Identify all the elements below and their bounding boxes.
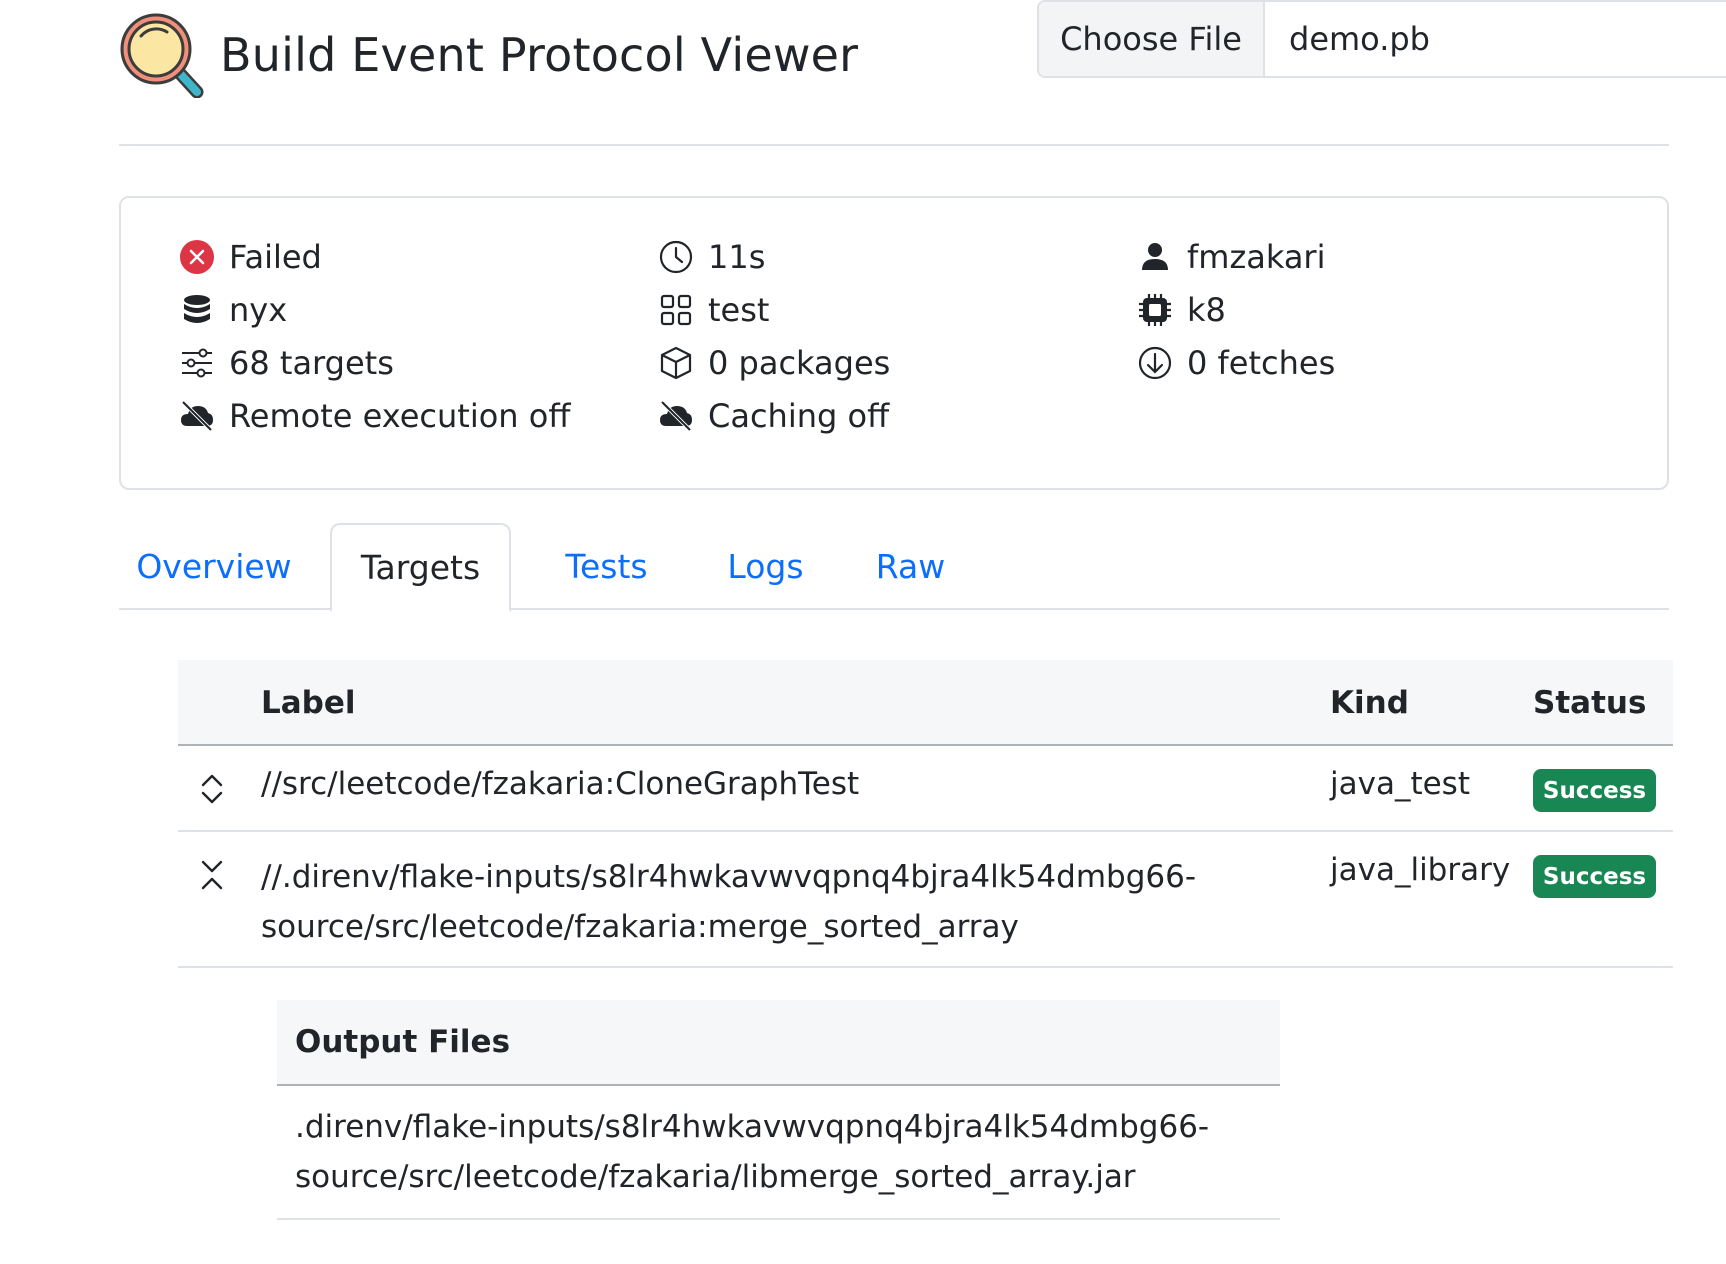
summary-caching: Caching off [658, 396, 889, 436]
tab-overview[interactable]: Overview [119, 523, 309, 610]
summary-cpu: k8 [1137, 290, 1226, 330]
file-input[interactable]: Choose File demo.pb [1037, 0, 1726, 78]
target-kind: java_test [1330, 766, 1470, 802]
output-file-path-line: .direnv/flake-inputs/s8lr4hwkavwvqpnq4bj… [295, 1109, 1210, 1145]
column-header-status: Status [1533, 685, 1647, 721]
target-label: //.direnv/flake-inputs/s8lr4hwkavwvqpnq4… [261, 852, 1196, 952]
fetches-text: 0 fetches [1187, 344, 1336, 382]
status-badge: Success [1533, 769, 1656, 812]
summary-targets: 68 targets [179, 343, 394, 383]
error-circle-icon [179, 239, 215, 275]
output-files-header: Output Files [277, 1000, 1280, 1086]
host-text: nyx [229, 291, 288, 329]
remote-execution-text: Remote execution off [229, 397, 571, 435]
sliders-icon [179, 345, 215, 381]
build-summary-card: Failed nyx 68 targets Remote execution o… [119, 196, 1669, 490]
output-file-row: .direnv/flake-inputs/s8lr4hwkavwvqpnq4bj… [277, 1086, 1280, 1220]
selected-file-name: demo.pb [1289, 20, 1430, 58]
clock-icon [658, 239, 694, 275]
cloud-slash-icon [179, 398, 215, 434]
table-row: //src/leetcode/fzakaria:CloneGraphTest j… [178, 746, 1673, 832]
summary-remote-execution: Remote execution off [179, 396, 570, 436]
status-badge: Success [1533, 855, 1656, 898]
person-icon [1137, 239, 1173, 275]
summary-fetches: 0 fetches [1137, 343, 1335, 383]
column-header-label: Label [261, 685, 356, 721]
output-file-path-line: source/src/leetcode/fzakaria/libmerge_so… [295, 1159, 1136, 1195]
target-label-line: //.direnv/flake-inputs/s8lr4hwkavwvqpnq4… [261, 859, 1197, 895]
caching-text: Caching off [708, 397, 890, 435]
collapse-chevrons-icon[interactable] [194, 857, 230, 893]
summary-duration: 11s [658, 237, 765, 277]
summary-host: nyx [179, 290, 287, 330]
targets-table: Label Kind Status //src/leetcode/fzakari… [178, 660, 1673, 968]
target-label-line: source/src/leetcode/fzakaria:merge_sorte… [261, 909, 1019, 945]
target-label: //src/leetcode/fzakaria:CloneGraphTest [261, 766, 860, 802]
expand-chevrons-icon[interactable] [194, 771, 230, 807]
user-text: fmzakari [1187, 238, 1326, 276]
cpu-text: k8 [1187, 291, 1226, 329]
output-files-table: Output Files .direnv/flake-inputs/s8lr4h… [277, 1000, 1280, 1220]
tab-bar: Overview Targets Tests Logs Raw [119, 523, 1669, 612]
summary-user: fmzakari [1137, 237, 1325, 277]
command-text: test [708, 291, 770, 329]
target-kind: java_library [1330, 852, 1511, 888]
box-icon [658, 345, 694, 381]
download-circle-icon [1137, 345, 1173, 381]
tab-raw[interactable]: Raw [835, 523, 986, 610]
summary-command: test [658, 290, 769, 330]
cpu-icon [1137, 292, 1173, 328]
status-text: Failed [229, 238, 322, 276]
summary-status: Failed [179, 237, 322, 277]
table-row: //.direnv/flake-inputs/s8lr4hwkavwvqpnq4… [178, 832, 1673, 968]
cloud-slash-icon [658, 398, 694, 434]
choose-file-button[interactable]: Choose File [1039, 2, 1265, 76]
database-icon [179, 292, 215, 328]
column-header-kind: Kind [1330, 685, 1409, 721]
duration-text: 11s [708, 238, 766, 276]
summary-packages: 0 packages [658, 343, 890, 383]
targets-text: 68 targets [229, 344, 394, 382]
magnifier-logo-icon [120, 13, 204, 98]
tab-targets[interactable]: Targets [330, 523, 511, 612]
page-title: Build Event Protocol Viewer [220, 28, 859, 82]
tab-tests[interactable]: Tests [526, 523, 687, 610]
page-header: Build Event Protocol Viewer Choose File … [119, 0, 1726, 146]
table-header: Label Kind Status [178, 660, 1673, 746]
tab-logs[interactable]: Logs [689, 523, 842, 610]
grid-icon [658, 292, 694, 328]
packages-text: 0 packages [708, 344, 891, 382]
